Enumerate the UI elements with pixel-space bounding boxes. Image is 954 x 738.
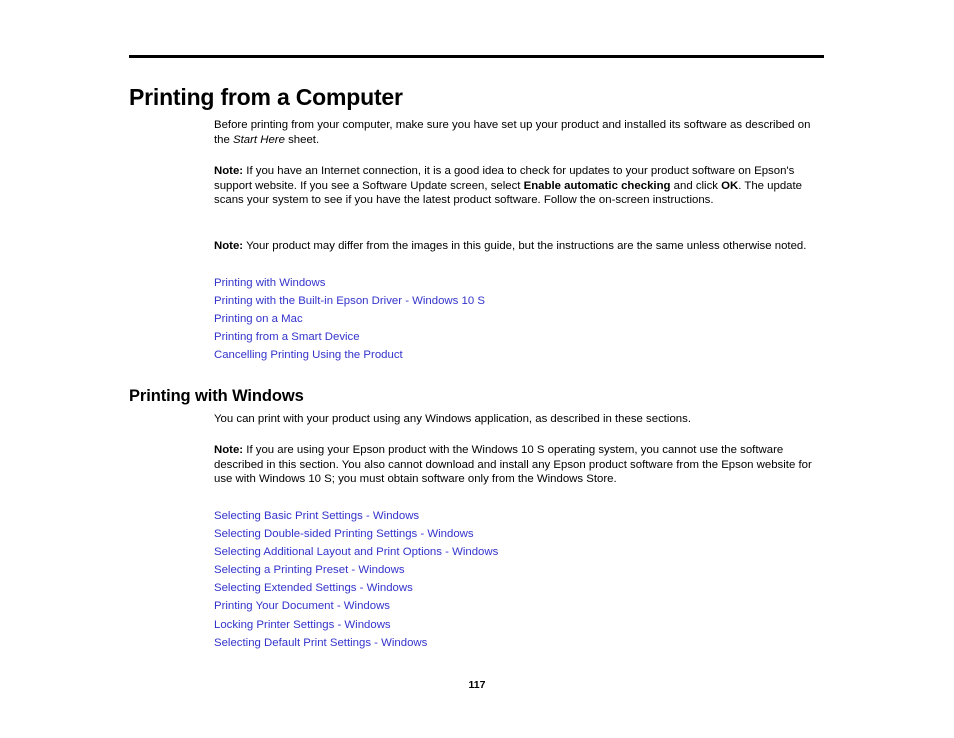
note3-text: If you are using your Epson product with… [214,444,812,486]
note1-text-part2: and click [670,179,722,192]
intro-paragraph: Before printing from your computer, make… [214,118,818,147]
link-selecting-default-print-settings-windows[interactable]: Selecting Default Print Settings - Windo… [214,634,427,652]
toc-main-links: Printing with Windows Printing with the … [214,274,818,364]
link-selecting-basic-print-settings-windows[interactable]: Selecting Basic Print Settings - Windows [214,507,419,525]
link-printing-on-a-mac[interactable]: Printing on a Mac [214,310,303,328]
link-selecting-extended-settings-windows[interactable]: Selecting Extended Settings - Windows [214,579,413,597]
windows-section-intro-paragraph: You can print with your product using an… [214,413,691,426]
document-page: Printing from a Computer Before printing… [0,0,954,738]
note-label: Note: [214,444,244,457]
section-heading-printing-with-windows: Printing with Windows [129,386,304,405]
enable-automatic-checking-label: Enable automatic checking [523,179,671,192]
ok-button-label: OK [721,179,739,192]
link-printing-with-windows[interactable]: Printing with Windows [214,274,325,292]
link-selecting-additional-layout-and-print-options-windows[interactable]: Selecting Additional Layout and Print Op… [214,543,498,561]
note-windows-10-s: Note: If you are using your Epson produc… [214,443,818,486]
page-title: Printing from a Computer [129,84,403,111]
start-here-italic: Start Here [233,133,285,146]
link-selecting-a-printing-preset-windows[interactable]: Selecting a Printing Preset - Windows [214,561,405,579]
link-printing-your-document-windows[interactable]: Printing Your Document - Windows [214,597,390,615]
note-label: Note: [214,165,244,178]
note-internet-connection: Note: If you have an Internet connection… [214,164,818,207]
link-printing-built-in-epson-driver-windows-10-s[interactable]: Printing with the Built-in Epson Driver … [214,292,485,310]
link-cancelling-printing-using-the-product[interactable]: Cancelling Printing Using the Product [214,346,403,364]
title-divider-rule [129,55,824,58]
intro-text-part2: sheet. [284,133,320,146]
note-product-differences: Note: Your product may differ from the i… [214,239,818,253]
link-locking-printer-settings-windows[interactable]: Locking Printer Settings - Windows [214,616,391,634]
link-selecting-double-sided-printing-settings-windows[interactable]: Selecting Double-sided Printing Settings… [214,525,474,543]
toc-windows-links: Selecting Basic Print Settings - Windows… [214,507,818,652]
footer-page-number: 117 [468,679,486,691]
link-printing-from-a-smart-device[interactable]: Printing from a Smart Device [214,328,360,346]
note-label: Note: [214,240,244,253]
note2-text: Your product may differ from the images … [243,240,807,253]
